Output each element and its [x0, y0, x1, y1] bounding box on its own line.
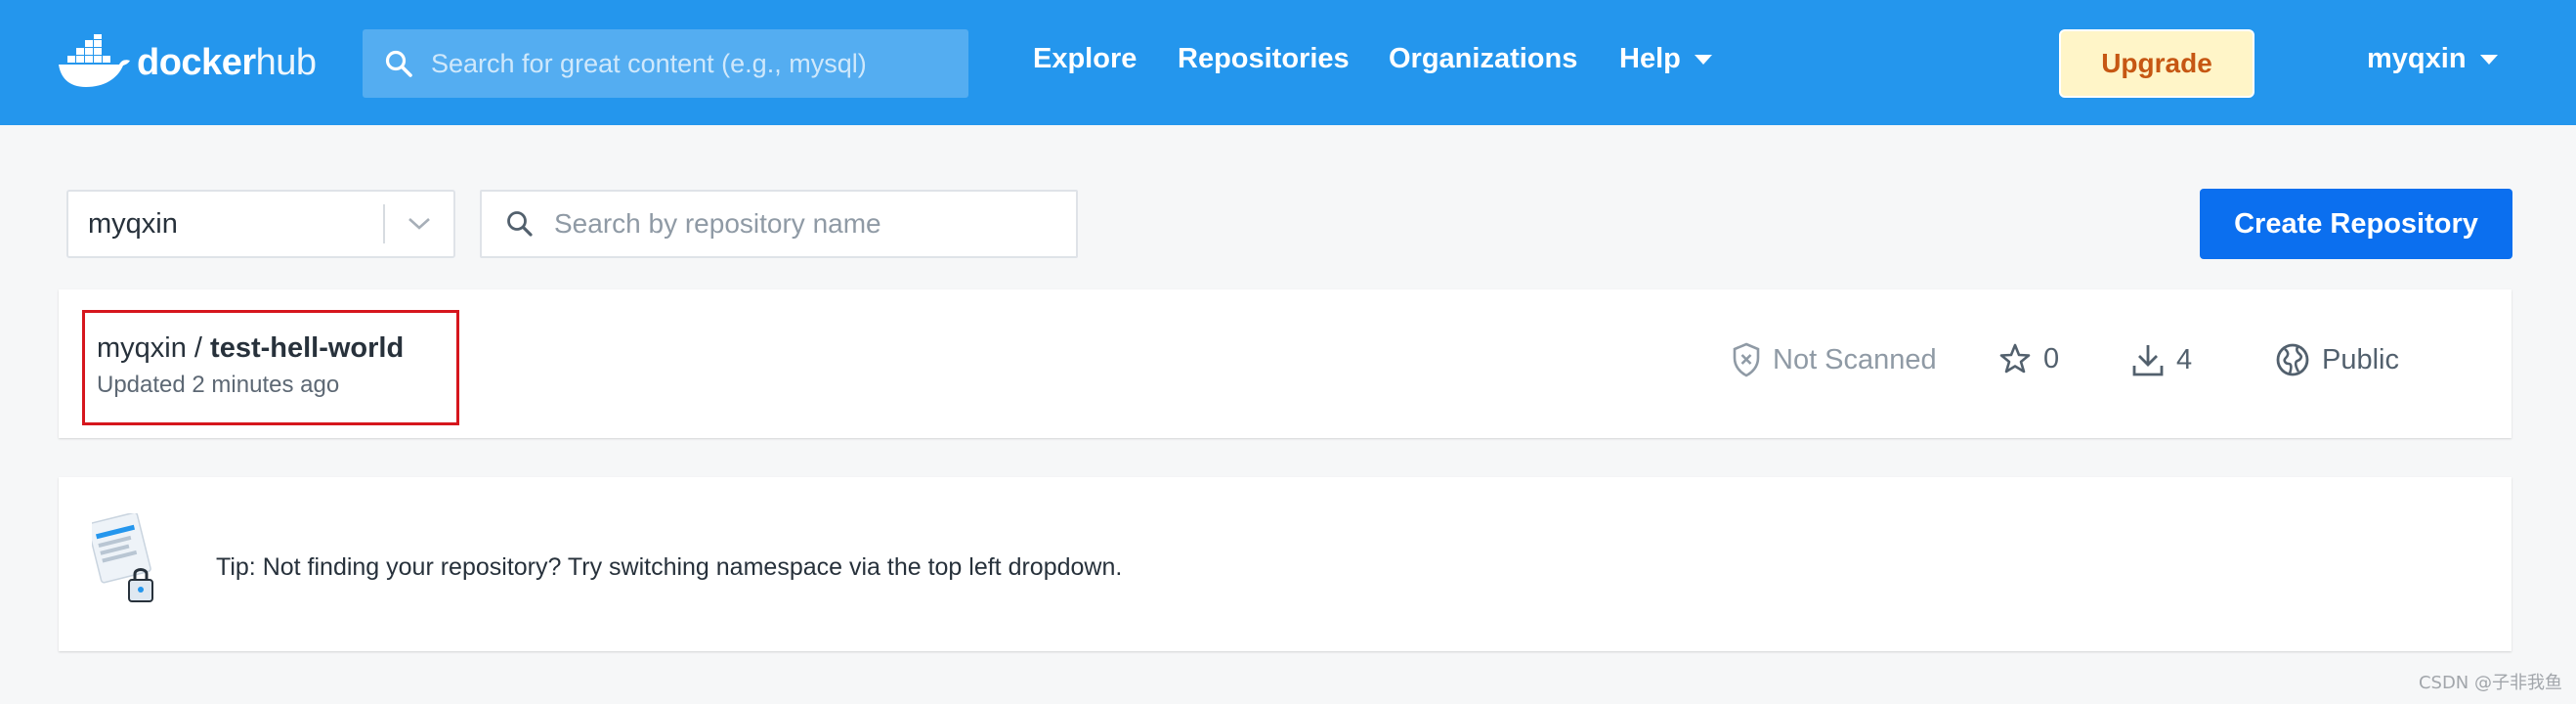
scan-status-label: Not Scanned	[1773, 343, 1937, 375]
search-icon	[385, 50, 412, 77]
pull-count: 4	[2131, 342, 2192, 377]
upgrade-button[interactable]: Upgrade	[2059, 29, 2254, 98]
nav-help[interactable]: Help	[1619, 43, 1712, 75]
shield-x-icon	[1733, 342, 1760, 377]
nav-organizations[interactable]: Organizations	[1389, 43, 1577, 75]
chevron-down-icon	[385, 216, 453, 232]
repository-separator: /	[186, 332, 211, 364]
chevron-down-icon	[1694, 54, 1712, 65]
user-name: myqxin	[2367, 43, 2467, 74]
repository-title[interactable]: myqxin / test-hell-world	[97, 332, 404, 365]
globe-icon	[2276, 343, 2309, 376]
repository-updated: Updated 2 minutes ago	[97, 372, 340, 398]
star-count-value: 0	[2043, 342, 2060, 374]
download-icon	[2132, 345, 2164, 376]
logo-wordmark: dockerhub	[137, 41, 317, 83]
search-icon	[507, 211, 533, 237]
namespace-lock-illustration	[92, 513, 153, 602]
highlight-box	[82, 310, 459, 425]
repository-namespace: myqxin	[97, 332, 187, 364]
namespace-value: myqxin	[88, 207, 178, 240]
tip-text: Tip: Not finding your repository? Try sw…	[216, 553, 1123, 581]
watermark: CSDN @子非我鱼	[2418, 673, 2562, 693]
visibility-label: Public	[2322, 343, 2399, 375]
docker-hub-logo[interactable]: dockerhub	[57, 33, 317, 92]
docker-hub-repositories-page: dockerhub Explore Repositories Organizat…	[0, 0, 2576, 704]
global-search[interactable]	[363, 29, 968, 98]
star-icon	[1999, 343, 2031, 374]
scan-status: Not Scanned	[1732, 342, 1937, 377]
nav-repositories[interactable]: Repositories	[1178, 43, 1350, 75]
repository-name: test-hell-world	[210, 332, 405, 364]
nav-help-label: Help	[1619, 43, 1681, 74]
repository-search-input[interactable]	[554, 208, 1062, 240]
docker-whale-icon	[59, 34, 130, 87]
chevron-down-icon	[2479, 54, 2498, 65]
nav-explore[interactable]: Explore	[1033, 43, 1137, 75]
star-count: 0	[1998, 342, 2059, 375]
user-menu[interactable]: myqxin	[2367, 43, 2498, 75]
global-search-input[interactable]	[431, 48, 959, 79]
namespace-select[interactable]: myqxin	[66, 190, 455, 258]
create-repository-button[interactable]: Create Repository	[2200, 189, 2512, 259]
visibility-status: Public	[2275, 342, 2399, 377]
repository-search[interactable]	[480, 190, 1078, 258]
top-navigation-bar: dockerhub Explore Repositories Organizat…	[0, 0, 2576, 125]
pull-count-value: 4	[2176, 343, 2193, 375]
